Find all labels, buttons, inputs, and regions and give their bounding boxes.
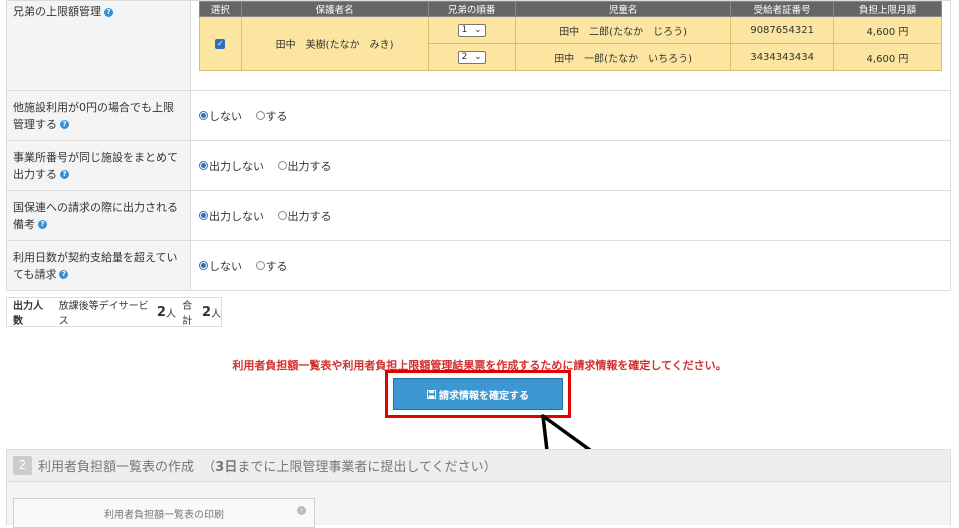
radio-icon bbox=[255, 111, 265, 120]
order-select[interactable]: 2 ⌄ bbox=[457, 50, 486, 64]
help-icon[interactable]: ? bbox=[104, 7, 113, 17]
col-header-guardian: 保護者名 bbox=[240, 1, 429, 17]
row-label: 事業所番号が同じ施設をまとめて出力する bbox=[13, 150, 178, 181]
save-icon bbox=[427, 389, 436, 399]
service-count: 2 bbox=[156, 304, 166, 320]
select-checkbox[interactable]: ✓ bbox=[215, 39, 226, 49]
over-days-label: 利用日数が契約支給量を超えていても請求? bbox=[6, 240, 191, 291]
child-name: 田中 一郎(たなか いちろう) bbox=[514, 43, 732, 71]
print-list-button[interactable]: 利用者負担額一覧表の印刷 › bbox=[13, 498, 315, 528]
radio-label: しない bbox=[209, 109, 242, 123]
remarks-value: 出力しない 出力する bbox=[190, 190, 951, 241]
radio-remarks-no[interactable]: 出力しない bbox=[199, 208, 264, 224]
child-name: 田中 二郎(たなか じろう) bbox=[514, 16, 732, 44]
output-count-label: 出力人数 bbox=[13, 301, 43, 327]
radio-icon bbox=[199, 161, 208, 170]
table-row: ✓ 田中 美樹(たなか みき) 1 ⌄ 田中 二郎(たなか じろう) 908765… bbox=[199, 16, 943, 71]
zero-yen-label: 他施設利用が0円の場合でも上限管理する? bbox=[6, 90, 191, 141]
radio-label: 出力する bbox=[287, 159, 332, 173]
help-icon[interactable]: ? bbox=[38, 220, 47, 229]
row-label: 利用日数が契約支給量を超えていても請求 bbox=[13, 250, 178, 281]
radio-label: 出力する bbox=[287, 209, 332, 223]
radio-office-merge-no[interactable]: 出力しない bbox=[199, 158, 264, 174]
confirm-billing-button[interactable]: 請求情報を確定する bbox=[393, 378, 563, 410]
radio-label: する bbox=[265, 259, 288, 273]
chevron-down-icon: ⌄ bbox=[474, 52, 482, 62]
col-header-cert: 受給者証番号 bbox=[730, 1, 834, 17]
print-list-label: 利用者負担額一覧表の印刷 bbox=[104, 509, 224, 521]
radio-over-days-yes[interactable]: する bbox=[255, 258, 288, 274]
order-select[interactable]: 1 ⌄ bbox=[457, 23, 486, 37]
remarks-label: 国保連への請求の際に出力される備考? bbox=[6, 190, 191, 241]
over-days-value: しない する bbox=[190, 240, 951, 291]
help-icon[interactable]: ? bbox=[60, 120, 69, 129]
radio-icon bbox=[277, 161, 287, 170]
sibling-limit-value: 選択 保護者名 兄弟の順番 児童名 受給者証番号 負担上限月額 ✓ 田中 美樹(… bbox=[190, 0, 951, 91]
cert-number: 3434343434 bbox=[730, 43, 834, 71]
guardian-name: 田中 美樹(たなか みき) bbox=[240, 16, 429, 71]
order-cell: 1 ⌄ bbox=[427, 16, 516, 44]
radio-over-days-no[interactable]: しない bbox=[199, 258, 242, 274]
order-cell: 2 ⌄ bbox=[427, 43, 516, 71]
total-count: 2 bbox=[201, 304, 211, 320]
radio-remarks-yes[interactable]: 出力する bbox=[277, 208, 332, 224]
radio-label: 出力しない bbox=[209, 159, 264, 173]
total-label: 合計 bbox=[182, 301, 193, 327]
radio-icon bbox=[199, 111, 208, 120]
col-header-order: 兄弟の順番 bbox=[427, 1, 516, 17]
sibling-table: 選択 保護者名 兄弟の順番 児童名 受給者証番号 負担上限月額 ✓ 田中 美樹(… bbox=[199, 1, 943, 71]
radio-icon bbox=[199, 261, 208, 270]
col-header-limit: 負担上限月額 bbox=[832, 1, 943, 17]
step-note-deadline: 3日 bbox=[215, 460, 238, 475]
output-count-box: 出力人数 放課後等デイサービス 2 人 合計 2 人 bbox=[6, 297, 222, 327]
col-header-child: 児童名 bbox=[514, 1, 732, 17]
settings-table: 兄弟の上限額管理? 選択 保護者名 兄弟の順番 児童名 受給者証番号 負担上限月… bbox=[6, 0, 951, 291]
radio-label: 出力しない bbox=[209, 209, 264, 223]
select-cell: ✓ bbox=[199, 16, 242, 71]
col-header-select: 選択 bbox=[199, 1, 242, 17]
radio-zero-yen-no[interactable]: しない bbox=[199, 108, 242, 124]
step-number: 2 bbox=[13, 456, 32, 475]
step2-panel: 利用者負担額一覧表の印刷 › bbox=[6, 482, 951, 528]
step-note-prefix: （ bbox=[202, 460, 216, 475]
limit-amount: 4,600 円 bbox=[832, 16, 943, 44]
radio-label: する bbox=[265, 109, 288, 123]
step-title: 利用者負担額一覧表の作成 bbox=[38, 460, 195, 475]
limit-amount: 4,600 円 bbox=[832, 43, 943, 71]
radio-icon bbox=[255, 261, 265, 270]
chevron-right-icon: › bbox=[297, 506, 306, 515]
order-value: 1 bbox=[461, 25, 468, 35]
radio-zero-yen-yes[interactable]: する bbox=[255, 108, 288, 124]
help-icon[interactable]: ? bbox=[59, 270, 69, 279]
unit: 人 bbox=[210, 308, 221, 320]
step-note: までに上限管理事業者に提出してください） bbox=[237, 460, 497, 475]
radio-office-merge-yes[interactable]: 出力する bbox=[277, 158, 332, 174]
order-value: 2 bbox=[461, 52, 468, 62]
radio-icon bbox=[199, 211, 208, 220]
unit: 人 bbox=[165, 308, 176, 320]
zero-yen-value: しない する bbox=[190, 90, 951, 141]
radio-icon bbox=[277, 211, 287, 220]
row-label: 他施設利用が0円の場合でも上限管理する bbox=[13, 100, 174, 131]
confirm-billing-label: 請求情報を確定する bbox=[439, 390, 529, 402]
service-name: 放課後等デイサービス bbox=[58, 301, 149, 327]
radio-label: しない bbox=[209, 259, 242, 273]
sibling-limit-label: 兄弟の上限額管理? bbox=[6, 0, 191, 91]
step2-header: 2 利用者負担額一覧表の作成 （3日 までに上限管理事業者に提出してください） bbox=[6, 449, 951, 482]
chevron-down-icon: ⌄ bbox=[474, 25, 482, 35]
help-icon[interactable]: ? bbox=[60, 170, 69, 179]
cert-number: 9087654321 bbox=[730, 16, 834, 44]
office-merge-value: 出力しない 出力する bbox=[190, 140, 951, 191]
confirm-highlight: 請求情報を確定する bbox=[385, 370, 571, 418]
row-label: 兄弟の上限額管理 bbox=[13, 5, 101, 18]
office-merge-label: 事業所番号が同じ施設をまとめて出力する? bbox=[6, 140, 191, 191]
